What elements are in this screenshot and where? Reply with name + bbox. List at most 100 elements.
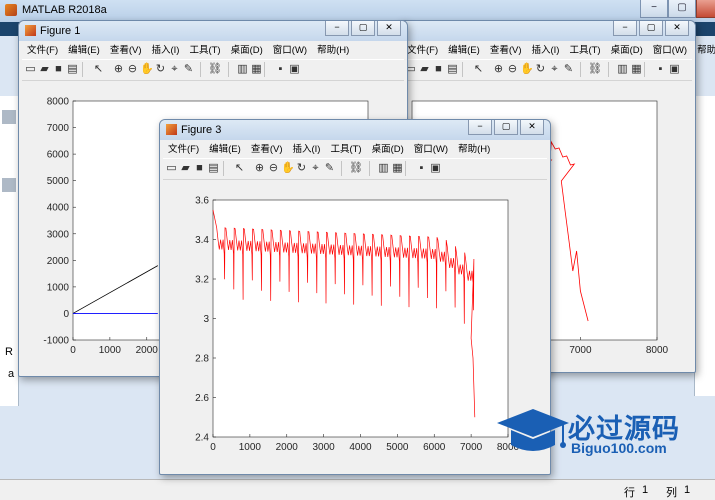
pointer-icon[interactable]: ↖ — [233, 162, 246, 175]
main-maximize-button[interactable]: ▢ — [668, 0, 696, 18]
pointer-icon[interactable]: ↖ — [92, 63, 105, 76]
menu-insert[interactable]: 插入(I) — [526, 42, 564, 59]
pan-icon[interactable]: ✋ — [281, 162, 295, 175]
brush-icon[interactable]: ✎ — [562, 63, 575, 76]
plot-area — [212, 199, 509, 438]
menu-desktop[interactable]: 桌面(D) — [367, 141, 409, 158]
menu-help[interactable]: 帮助(H) — [692, 42, 715, 59]
y-tick-label: 7000 — [47, 123, 70, 134]
menu-edit[interactable]: 编辑(E) — [63, 42, 105, 59]
hide-tools-icon[interactable]: ▪ — [415, 162, 428, 175]
figure-2-title-bar[interactable]: − ▢ ✕ — [399, 21, 695, 41]
figure-1-title: Figure 1 — [40, 25, 81, 37]
y-tick-label: 3000 — [47, 229, 70, 240]
menu-view[interactable]: 查看(V) — [105, 42, 147, 59]
figure-2-maximize-button[interactable]: ▢ — [639, 21, 663, 36]
menu-window[interactable]: 窗口(W) — [268, 42, 312, 59]
menu-edit[interactable]: 编辑(E) — [204, 141, 246, 158]
menu-window[interactable]: 窗口(W) — [409, 141, 453, 158]
figure-1-title-bar[interactable]: Figure 1 − ▢ ✕ — [19, 21, 407, 41]
x-tick-label: 7000 — [460, 442, 483, 453]
menu-file[interactable]: 文件(F) — [22, 42, 63, 59]
show-tools-icon[interactable]: ▣ — [668, 63, 681, 76]
save-icon[interactable]: ■ — [432, 63, 445, 76]
menu-file[interactable]: 文件(F) — [402, 42, 443, 59]
figure-3-maximize-button[interactable]: ▢ — [494, 120, 518, 135]
zoom-in-icon[interactable]: ⊕ — [492, 63, 505, 76]
main-close-button[interactable]: ✕ — [696, 0, 715, 18]
menu-help[interactable]: 帮助(H) — [453, 141, 495, 158]
brush-icon[interactable]: ✎ — [323, 162, 336, 175]
status-row-value: 1 — [642, 484, 649, 496]
open-folder-icon[interactable]: ▰ — [179, 162, 192, 175]
open-folder-icon[interactable]: ▰ — [418, 63, 431, 76]
show-tools-icon[interactable]: ▣ — [288, 63, 301, 76]
save-icon[interactable]: ■ — [52, 63, 65, 76]
colorbar-icon[interactable]: ▥ — [236, 63, 249, 76]
rotate-icon[interactable]: ↻ — [534, 63, 547, 76]
new-file-icon[interactable]: ▭ — [24, 63, 37, 76]
figure-3-close-button[interactable]: ✕ — [520, 120, 544, 135]
menu-help[interactable]: 帮助(H) — [312, 42, 354, 59]
menu-file[interactable]: 文件(F) — [163, 141, 204, 158]
show-tools-icon[interactable]: ▣ — [429, 162, 442, 175]
y-tick-label: 3.4 — [195, 235, 209, 246]
link-icon[interactable]: ⛓ — [208, 63, 222, 76]
menu-desktop[interactable]: 桌面(D) — [226, 42, 268, 59]
data-cursor-icon[interactable]: ⌖ — [548, 63, 561, 76]
print-icon[interactable]: ▤ — [446, 63, 459, 76]
hide-tools-icon[interactable]: ▪ — [654, 63, 667, 76]
new-file-icon[interactable]: ▭ — [165, 162, 178, 175]
figure-1-close-button[interactable]: ✕ — [377, 21, 401, 36]
x-tick-label: 6000 — [423, 442, 446, 453]
colorbar-icon[interactable]: ▥ — [377, 162, 390, 175]
figure-2-minimize-button[interactable]: − — [613, 21, 637, 36]
figure-1-maximize-button[interactable]: ▢ — [351, 21, 375, 36]
menu-tools[interactable]: 工具(T) — [564, 42, 605, 59]
menu-desktop[interactable]: 桌面(D) — [606, 42, 648, 59]
data-cursor-icon[interactable]: ⌖ — [309, 162, 322, 175]
menu-insert[interactable]: 插入(I) — [146, 42, 184, 59]
link-icon[interactable]: ⛓ — [349, 162, 363, 175]
hide-tools-icon[interactable]: ▪ — [274, 63, 287, 76]
print-icon[interactable]: ▤ — [66, 63, 79, 76]
zoom-in-icon[interactable]: ⊕ — [112, 63, 125, 76]
figure-1-minimize-button[interactable]: − — [325, 21, 349, 36]
main-minimize-button[interactable]: − — [640, 0, 668, 18]
menu-tools[interactable]: 工具(T) — [184, 42, 225, 59]
zoom-out-icon[interactable]: ⊖ — [267, 162, 280, 175]
menu-tools[interactable]: 工具(T) — [325, 141, 366, 158]
brush-icon[interactable]: ✎ — [182, 63, 195, 76]
pan-icon[interactable]: ✋ — [520, 63, 534, 76]
legend-icon[interactable]: ▦ — [250, 63, 263, 76]
y-tick-label: 3.6 — [195, 196, 209, 207]
figure-3-title-bar[interactable]: Figure 3 − ▢ ✕ — [160, 120, 550, 140]
menu-edit[interactable]: 编辑(E) — [443, 42, 485, 59]
menu-window[interactable]: 窗口(W) — [648, 42, 692, 59]
save-icon[interactable]: ■ — [193, 162, 206, 175]
y-tick-label: 3 — [203, 314, 209, 325]
pan-icon[interactable]: ✋ — [140, 63, 154, 76]
figure-3-minimize-button[interactable]: − — [468, 120, 492, 135]
y-tick-label: 6000 — [47, 150, 70, 161]
menu-view[interactable]: 查看(V) — [246, 141, 288, 158]
watermark-logo: 必过源码 Biguo100.com — [493, 405, 703, 465]
figure-2-close-button[interactable]: ✕ — [665, 21, 689, 36]
zoom-in-icon[interactable]: ⊕ — [253, 162, 266, 175]
y-tick-label: 2.4 — [195, 433, 209, 444]
print-icon[interactable]: ▤ — [207, 162, 220, 175]
figure-3-matlab-icon — [166, 124, 177, 135]
link-icon[interactable]: ⛓ — [588, 63, 602, 76]
open-folder-icon[interactable]: ▰ — [38, 63, 51, 76]
data-cursor-icon[interactable]: ⌖ — [168, 63, 181, 76]
menu-view[interactable]: 查看(V) — [485, 42, 527, 59]
colorbar-icon[interactable]: ▥ — [616, 63, 629, 76]
legend-icon[interactable]: ▦ — [391, 162, 404, 175]
menu-insert[interactable]: 插入(I) — [287, 141, 325, 158]
rotate-icon[interactable]: ↻ — [295, 162, 308, 175]
zoom-out-icon[interactable]: ⊖ — [506, 63, 519, 76]
legend-icon[interactable]: ▦ — [630, 63, 643, 76]
rotate-icon[interactable]: ↻ — [154, 63, 167, 76]
zoom-out-icon[interactable]: ⊖ — [126, 63, 139, 76]
pointer-icon[interactable]: ↖ — [472, 63, 485, 76]
